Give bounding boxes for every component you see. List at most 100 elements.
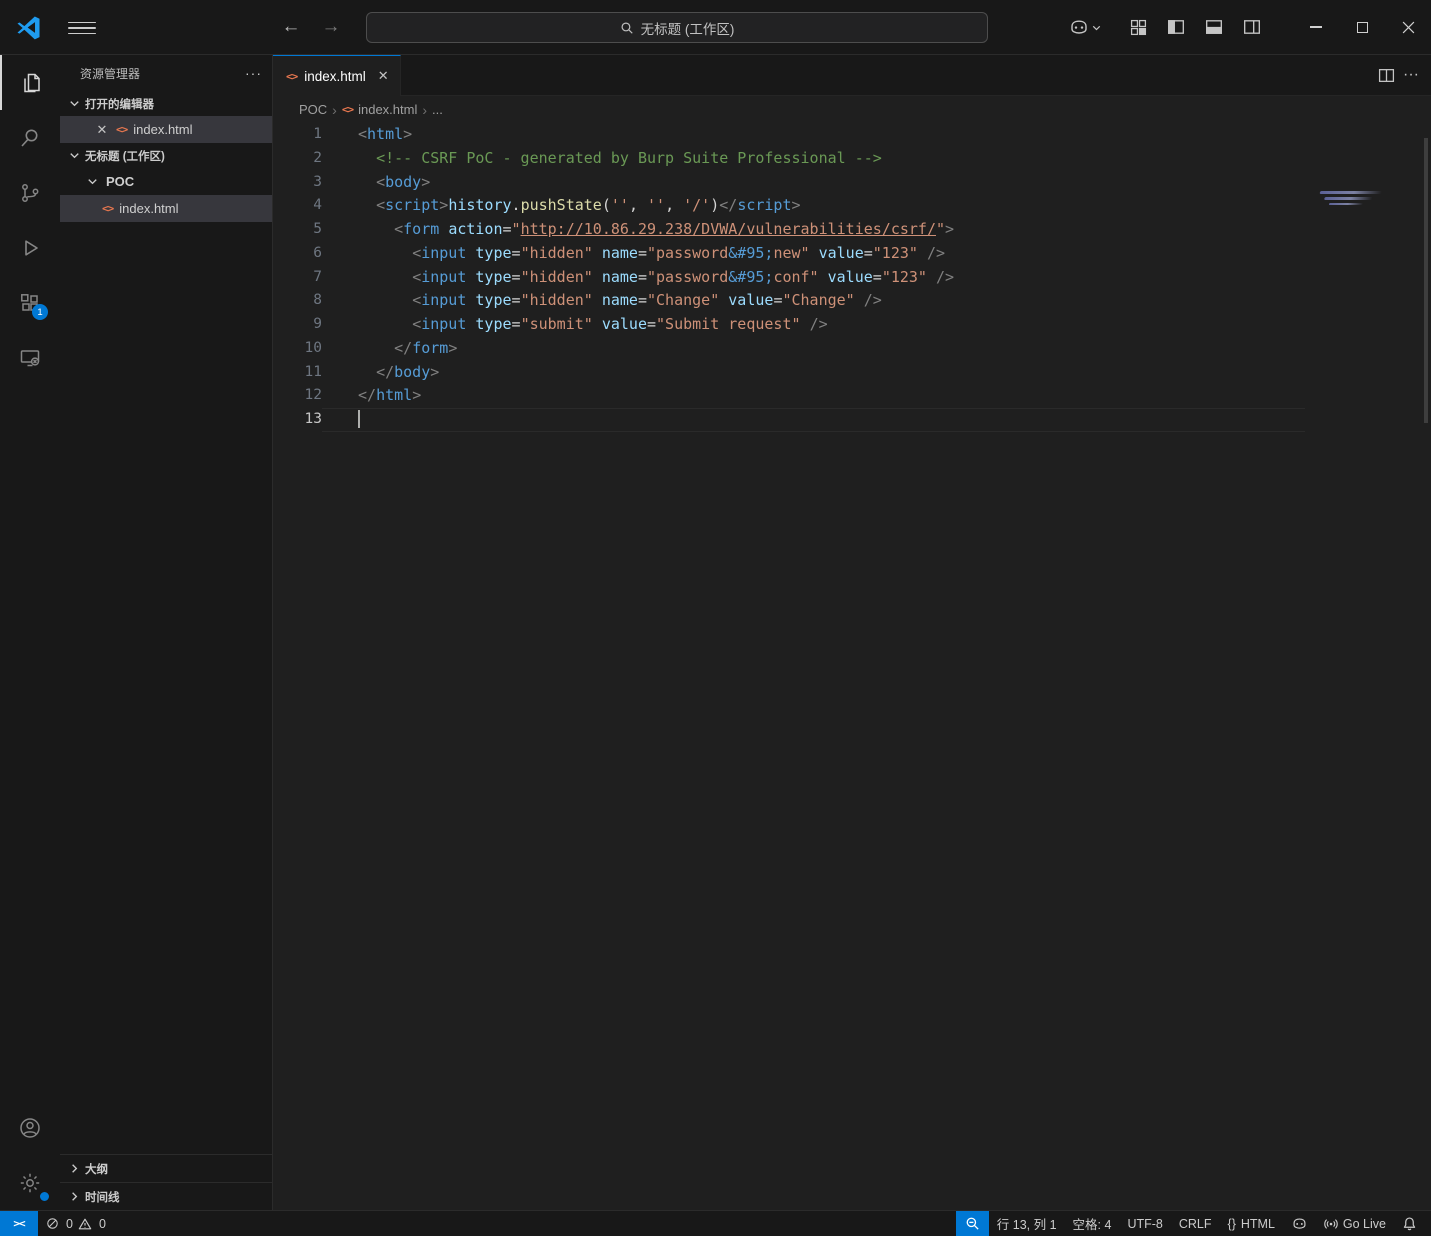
vscode-window: ← → 无标题 (工作区) bbox=[0, 0, 1431, 1236]
language-label: HTML bbox=[1241, 1217, 1275, 1231]
language-mode[interactable]: {} HTML bbox=[1220, 1211, 1283, 1236]
indentation-setting[interactable]: 空格: 4 bbox=[1065, 1211, 1120, 1236]
explorer-icon[interactable] bbox=[0, 55, 60, 110]
customize-layout-icon[interactable] bbox=[1123, 12, 1153, 42]
cursor-position[interactable]: 行 13, 列 1 bbox=[989, 1211, 1065, 1236]
notifications-bell-icon[interactable] bbox=[1394, 1211, 1431, 1236]
chevron-right-icon: › bbox=[422, 102, 427, 118]
timeline-section[interactable]: 时间线 bbox=[60, 1182, 272, 1210]
chevron-down-icon bbox=[1090, 21, 1103, 34]
search-sidebar-icon[interactable] bbox=[0, 110, 60, 165]
tree-filename: index.html bbox=[119, 201, 178, 216]
line-number[interactable]: 3 bbox=[273, 171, 322, 195]
folder-name: POC bbox=[106, 174, 134, 189]
code-line-13[interactable]: 13 bbox=[273, 408, 1431, 432]
line-number[interactable]: 9 bbox=[273, 313, 322, 337]
code-line-4[interactable]: 4 <script>history.pushState('', '', '/')… bbox=[273, 194, 1431, 218]
line-number[interactable]: 8 bbox=[273, 289, 322, 313]
line-number[interactable]: 1 bbox=[273, 123, 322, 147]
back-arrow-icon[interactable]: ← bbox=[278, 14, 304, 40]
error-count: 0 bbox=[66, 1217, 73, 1231]
problems-indicator[interactable]: 0 0 bbox=[38, 1211, 114, 1236]
copilot-status-icon[interactable] bbox=[1283, 1211, 1316, 1236]
command-center-search[interactable]: 无标题 (工作区) bbox=[366, 12, 988, 43]
breadcrumb-folder[interactable]: POC bbox=[299, 102, 327, 117]
timeline-label: 时间线 bbox=[85, 1189, 120, 1205]
editor-more-actions[interactable]: ··· bbox=[1403, 66, 1419, 84]
code-line-2[interactable]: 2 <!-- CSRF PoC - generated by Burp Suit… bbox=[273, 147, 1431, 171]
source-control-icon[interactable] bbox=[0, 165, 60, 220]
explorer-sidebar: 资源管理器 ··· 打开的编辑器 ✕ <> index.html 无标题 (工作… bbox=[60, 55, 273, 1210]
scrollbar[interactable] bbox=[1424, 138, 1428, 423]
line-number[interactable]: 7 bbox=[273, 266, 322, 290]
code-line-9[interactable]: 9 <input type="submit" value="Submit req… bbox=[273, 313, 1431, 337]
breadcrumb: POC › <> index.html › ... bbox=[273, 96, 1431, 123]
remote-explorer-icon[interactable] bbox=[0, 330, 60, 385]
eol-setting[interactable]: CRLF bbox=[1171, 1211, 1220, 1236]
go-live-button[interactable]: Go Live bbox=[1316, 1211, 1394, 1236]
zoom-indicator[interactable] bbox=[956, 1211, 989, 1236]
line-number[interactable]: 10 bbox=[273, 337, 322, 361]
warning-icon bbox=[78, 1217, 92, 1231]
minimize-button[interactable] bbox=[1293, 0, 1339, 54]
vscode-logo-icon bbox=[15, 14, 42, 41]
folder-poc[interactable]: POC bbox=[60, 168, 272, 195]
line-number[interactable]: 2 bbox=[273, 147, 322, 171]
settings-gear-icon[interactable] bbox=[0, 1155, 60, 1210]
tab-index-html[interactable]: <> index.html ✕ bbox=[273, 55, 401, 96]
open-editor-item[interactable]: ✕ <> index.html bbox=[60, 116, 272, 143]
code-line-7[interactable]: 7 <input type="hidden" name="password&#9… bbox=[273, 266, 1431, 290]
extensions-badge: 1 bbox=[32, 304, 48, 320]
sidebar-title: 资源管理器 bbox=[80, 65, 140, 82]
line-number[interactable]: 5 bbox=[273, 218, 322, 242]
code-line-8[interactable]: 8 <input type="hidden" name="Change" val… bbox=[273, 289, 1431, 313]
code-editor[interactable]: 1<html>2 <!-- CSRF PoC - generated by Bu… bbox=[273, 123, 1431, 1210]
braces-icon: {} bbox=[1228, 1217, 1236, 1231]
toggle-secondary-sidebar-icon[interactable] bbox=[1237, 12, 1267, 42]
copilot-icon bbox=[1068, 16, 1090, 38]
command-center-label: 无标题 (工作区) bbox=[641, 18, 735, 38]
code-line-1[interactable]: 1<html> bbox=[273, 123, 1431, 147]
watermark-logo bbox=[1314, 191, 1386, 217]
line-number[interactable]: 11 bbox=[273, 361, 322, 385]
open-editors-section[interactable]: 打开的编辑器 bbox=[60, 91, 272, 116]
toggle-panel-icon[interactable] bbox=[1199, 12, 1229, 42]
line-number[interactable]: 4 bbox=[273, 194, 322, 218]
code-line-10[interactable]: 10 </form> bbox=[273, 337, 1431, 361]
code-line-5[interactable]: 5 <form action="http://10.86.29.238/DVWA… bbox=[273, 218, 1431, 242]
code-line-12[interactable]: 12</html> bbox=[273, 384, 1431, 408]
line-number[interactable]: 12 bbox=[273, 384, 322, 408]
code-line-11[interactable]: 11 </body> bbox=[273, 361, 1431, 385]
line-number[interactable]: 6 bbox=[273, 242, 322, 266]
split-editor-icon[interactable] bbox=[1378, 67, 1395, 84]
remote-indicator[interactable]: >< bbox=[0, 1211, 38, 1236]
tab-close-icon[interactable]: ✕ bbox=[378, 68, 389, 84]
code-line-3[interactable]: 3 <body> bbox=[273, 171, 1431, 195]
copilot-menu-button[interactable] bbox=[1068, 16, 1103, 38]
menu-hamburger-icon[interactable] bbox=[68, 17, 96, 39]
close-button[interactable] bbox=[1385, 0, 1431, 54]
close-editor-icon[interactable]: ✕ bbox=[94, 122, 110, 138]
breadcrumb-file[interactable]: index.html bbox=[358, 102, 417, 117]
forward-arrow-icon[interactable]: → bbox=[318, 14, 344, 40]
encoding-setting[interactable]: UTF-8 bbox=[1119, 1211, 1170, 1236]
tree-file-index-html[interactable]: <> index.html bbox=[60, 195, 272, 222]
outline-section[interactable]: 大纲 bbox=[60, 1154, 272, 1182]
sidebar-more-actions[interactable]: ··· bbox=[245, 65, 262, 81]
go-live-label: Go Live bbox=[1343, 1217, 1386, 1231]
workspace-section[interactable]: 无标题 (工作区) bbox=[60, 143, 272, 168]
run-debug-icon[interactable] bbox=[0, 220, 60, 275]
code-line-6[interactable]: 6 <input type="hidden" name="password&#9… bbox=[273, 242, 1431, 266]
chevron-right-icon: › bbox=[332, 102, 337, 118]
warning-count: 0 bbox=[99, 1217, 106, 1231]
activity-bar: 1 bbox=[0, 55, 60, 1210]
extensions-icon[interactable]: 1 bbox=[0, 275, 60, 330]
toggle-primary-sidebar-icon[interactable] bbox=[1161, 12, 1191, 42]
titlebar: ← → 无标题 (工作区) bbox=[0, 0, 1431, 55]
html-file-icon: <> bbox=[102, 202, 113, 215]
account-icon[interactable] bbox=[0, 1100, 60, 1155]
open-editors-label: 打开的编辑器 bbox=[85, 96, 154, 112]
maximize-button[interactable] bbox=[1339, 0, 1385, 54]
line-number[interactable]: 13 bbox=[273, 408, 322, 432]
breadcrumb-more[interactable]: ... bbox=[432, 102, 443, 117]
